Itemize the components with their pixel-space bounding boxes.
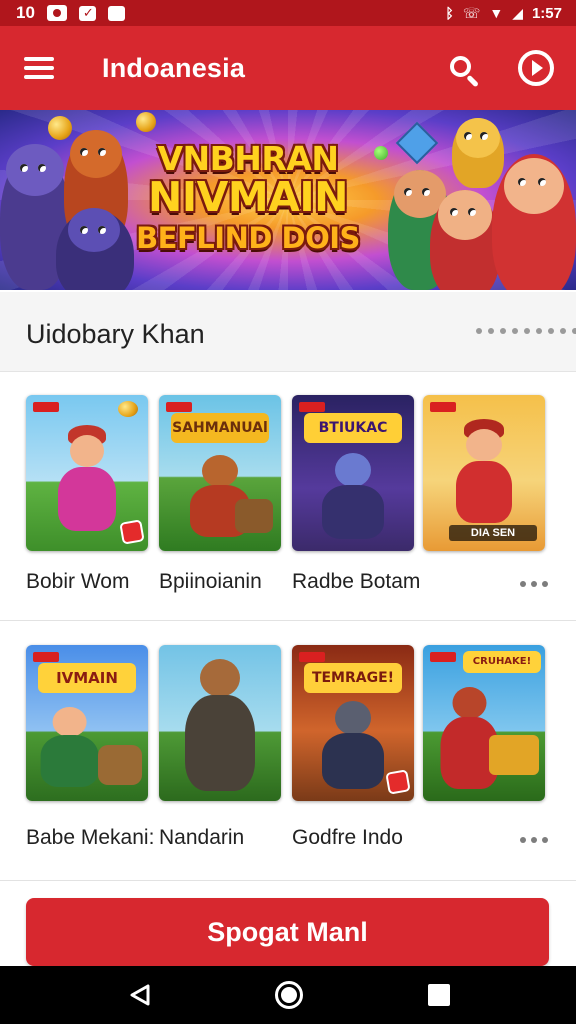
- section-header: Uidobary Khan: [0, 292, 576, 372]
- recents-icon[interactable]: [428, 984, 450, 1006]
- game-card-3[interactable]: BTIUKAC: [292, 395, 414, 551]
- game-art-logo: TEMRAGE!: [304, 663, 402, 693]
- hero-character-ninja: [56, 208, 134, 290]
- game-card-4[interactable]: DIA SEN: [423, 395, 545, 551]
- game-card-1[interactable]: [26, 395, 148, 551]
- hero-title-line-1: VNBHRAN: [157, 139, 340, 178]
- game-art-hero: [322, 453, 384, 543]
- wifi-icon: ▼: [489, 5, 504, 21]
- game-art-hero: [40, 707, 99, 791]
- hero-character-girl: [430, 190, 500, 290]
- hero-character-cat: [452, 118, 504, 188]
- game-title-3[interactable]: Radbe Botam: [292, 570, 420, 594]
- coin-icon: [118, 401, 138, 417]
- card-caption: DIA SEN: [449, 525, 537, 541]
- row-divider: [0, 620, 576, 621]
- game-art-hero: [185, 659, 255, 795]
- coin-icon: [136, 112, 156, 132]
- card-tag: [430, 652, 456, 662]
- game-art-logo: BTIUKAC: [304, 413, 402, 443]
- app-bar: Indoanesia: [0, 26, 576, 110]
- card-tag: [33, 402, 59, 412]
- status-number: 10: [16, 3, 35, 22]
- status-right: ᛒ ☏ ▼ ◢ 1:57: [445, 5, 562, 22]
- more-options-icon[interactable]: [476, 328, 576, 338]
- hero-title-line-3: BEFLIND DOIS: [136, 221, 360, 255]
- coin-icon: [374, 146, 388, 160]
- card-tag: [299, 652, 325, 662]
- status-time: 1:57: [531, 4, 562, 22]
- card-badge: [119, 519, 145, 545]
- coin-icon: [48, 116, 72, 140]
- app-title: Indoanesia: [102, 52, 246, 83]
- card-tag: [33, 652, 59, 662]
- barrel-icon: [235, 499, 273, 533]
- card-tag: [166, 402, 192, 412]
- app-screen: 10 ᛒ ☏ ▼ ◢ 1:57 Indoanesia: [0, 0, 576, 1024]
- hero-title-line-2: NIVMAIN: [148, 173, 348, 221]
- bluetooth-icon: ᛒ: [445, 5, 454, 21]
- game-card-8[interactable]: CRUHAKE!: [423, 645, 545, 801]
- game-card-7[interactable]: TEMRAGE!: [292, 645, 414, 801]
- row-more-options-icon[interactable]: [520, 581, 548, 589]
- game-art-hero: [322, 701, 384, 793]
- game-title-5[interactable]: Babe Mekani:: [26, 826, 154, 850]
- hero-character-hero: [492, 154, 576, 290]
- game-art-hero: [456, 419, 512, 529]
- game-art-logo: SAHMANUAl: [171, 413, 269, 443]
- wifi-calling-icon: ☏: [462, 4, 481, 21]
- treasure-chest-icon: [489, 735, 539, 775]
- game-title-7[interactable]: Godfre Indo: [292, 826, 403, 850]
- signal-icon: ◢: [512, 4, 523, 21]
- card-badge: [385, 769, 411, 795]
- system-nav-bar: [0, 966, 576, 1024]
- game-art-hero: [58, 425, 116, 535]
- back-icon[interactable]: [128, 983, 152, 1007]
- card-tag: [299, 402, 325, 412]
- game-card-6[interactable]: [159, 645, 281, 801]
- game-title-6[interactable]: Nandarin: [159, 826, 244, 850]
- game-card-2[interactable]: SAHMANUAl: [159, 395, 281, 551]
- checkbox-icon: [78, 5, 96, 21]
- status-bar: 10 ᛒ ☏ ▼ ◢ 1:57: [0, 0, 576, 26]
- row-divider: [0, 880, 576, 881]
- barrel-icon: [98, 745, 142, 785]
- game-card-5[interactable]: IVMAIN: [26, 645, 148, 801]
- game-title-1[interactable]: Bobir Wom: [26, 570, 129, 594]
- game-title-2[interactable]: Bpiinoianin: [159, 570, 262, 594]
- game-art-logo: CRUHAKE!: [463, 651, 541, 673]
- row-more-options-icon[interactable]: [520, 837, 548, 845]
- home-icon[interactable]: [275, 981, 303, 1009]
- hero-banner[interactable]: VNBHRAN NIVMAIN BEFLIND DOIS: [0, 110, 576, 290]
- section-title: Uidobary Khan: [26, 319, 205, 349]
- notification-icon: [46, 5, 67, 21]
- primary-action-button[interactable]: Spogat Manl: [26, 898, 549, 966]
- card-tag: [430, 402, 456, 412]
- hero-title: VNBHRAN NIVMAIN BEFLIND DOIS: [136, 142, 360, 253]
- game-art-logo: IVMAIN: [38, 663, 136, 693]
- image-icon: [107, 5, 125, 21]
- status-left: 10: [16, 3, 125, 23]
- menu-icon[interactable]: [24, 57, 54, 79]
- play-circle-icon[interactable]: [518, 50, 554, 86]
- search-icon[interactable]: [448, 54, 482, 88]
